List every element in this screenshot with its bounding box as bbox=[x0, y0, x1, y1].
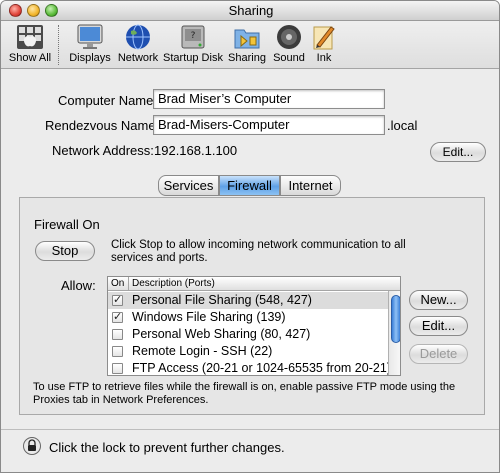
row-label: Personal Web Sharing (80, 427) bbox=[132, 327, 311, 341]
row-label: FTP Access (20-21 or 1024-65535 from 20-… bbox=[132, 361, 391, 375]
scrollbar-thumb[interactable] bbox=[391, 295, 400, 343]
tab-services[interactable]: Services bbox=[158, 175, 219, 196]
toolbar-network[interactable]: Network bbox=[115, 23, 161, 64]
zoom-window-button[interactable] bbox=[45, 4, 58, 17]
column-header-description[interactable]: Description (Ports) bbox=[130, 277, 215, 290]
toolbar-startup-disk[interactable]: ? Startup Disk bbox=[163, 23, 223, 64]
column-header-on[interactable]: On bbox=[108, 277, 129, 290]
table-row[interactable]: ✓ Windows File Sharing (139) bbox=[108, 309, 388, 326]
row-label: Windows File Sharing (139) bbox=[132, 310, 286, 324]
table-row[interactable]: Personal Web Sharing (80, 427) bbox=[108, 326, 388, 343]
table-row[interactable]: ✓ Personal File Sharing (548, 427) bbox=[108, 292, 388, 309]
globe-icon bbox=[126, 24, 150, 50]
firewall-services-table: On Description (Ports) ✓ Personal File S… bbox=[107, 276, 401, 376]
row-checkbox[interactable]: ✓ bbox=[112, 295, 123, 306]
toolbar-separator bbox=[58, 25, 59, 65]
toolbar-displays[interactable]: Displays bbox=[65, 23, 115, 64]
rendezvous-suffix: .local bbox=[387, 118, 418, 133]
new-service-button[interactable]: New... bbox=[409, 290, 468, 310]
table-row[interactable]: Remote Login - SSH (22) bbox=[108, 343, 388, 360]
toolbar-label: Sound bbox=[273, 52, 305, 64]
apple-logo-icon bbox=[17, 25, 43, 49]
network-address-value: 192.168.1.100 bbox=[154, 143, 238, 158]
table-scrollbar[interactable] bbox=[388, 291, 400, 375]
toolbar-label: Sharing bbox=[228, 52, 266, 64]
row-label: Personal File Sharing (548, 427) bbox=[132, 293, 312, 307]
computer-name-field[interactable]: Brad Miser’s Computer bbox=[153, 89, 385, 109]
rendezvous-name-field[interactable]: Brad-Misers-Computer bbox=[153, 115, 385, 135]
toolbar-ink[interactable]: Ink bbox=[309, 23, 339, 64]
toolbar-label: Startup Disk bbox=[163, 52, 223, 64]
network-address-label: Network Address: bbox=[52, 143, 154, 158]
toolbar-label: Network bbox=[117, 52, 159, 64]
svg-text:?: ? bbox=[191, 31, 196, 41]
table-header: On Description (Ports) bbox=[108, 277, 400, 291]
window-title: Sharing bbox=[228, 3, 274, 18]
row-checkbox[interactable]: ✓ bbox=[112, 312, 123, 323]
toolbar-label: Ink bbox=[316, 52, 332, 64]
toolbar-show-all[interactable]: Show All bbox=[7, 23, 53, 64]
sharing-folder-icon bbox=[234, 29, 260, 49]
stop-firewall-button[interactable]: Stop bbox=[35, 241, 95, 261]
minimize-window-button[interactable] bbox=[27, 4, 40, 17]
edit-service-button[interactable]: Edit... bbox=[409, 316, 468, 336]
footer-divider bbox=[1, 429, 499, 430]
row-checkbox[interactable] bbox=[112, 346, 123, 357]
speaker-icon bbox=[277, 25, 301, 49]
tab-internet[interactable]: Internet bbox=[280, 175, 341, 196]
sharing-window: Sharing Show All Displays Network ? Star… bbox=[0, 0, 500, 473]
computer-name-label: Computer Name: bbox=[58, 93, 157, 108]
display-icon bbox=[77, 24, 103, 49]
close-window-button[interactable] bbox=[9, 4, 22, 17]
table-row[interactable]: FTP Access (20-21 or 1024-65535 from 20-… bbox=[108, 360, 391, 375]
delete-service-button[interactable]: Delete bbox=[409, 344, 468, 364]
toolbar-label: Displays bbox=[69, 52, 111, 64]
lock-text: Click the lock to prevent further change… bbox=[49, 440, 285, 455]
toolbar-sound[interactable]: Sound bbox=[271, 23, 307, 64]
lock-icon[interactable] bbox=[23, 437, 41, 455]
row-checkbox[interactable] bbox=[112, 363, 123, 374]
rendezvous-name-label: Rendezvous Name: bbox=[45, 118, 160, 133]
row-checkbox[interactable] bbox=[112, 329, 123, 340]
title-bar: Sharing bbox=[1, 1, 499, 21]
allow-label: Allow: bbox=[61, 278, 96, 293]
stop-description: Click Stop to allow incoming network com… bbox=[111, 239, 406, 264]
toolbar-label: Show All bbox=[8, 52, 52, 64]
edit-network-address-button[interactable]: Edit... bbox=[430, 142, 486, 162]
tab-firewall[interactable]: Firewall bbox=[219, 175, 280, 196]
preferences-toolbar: Show All Displays Network ? Startup Disk… bbox=[1, 21, 499, 69]
row-label: Remote Login - SSH (22) bbox=[132, 344, 273, 358]
toolbar-sharing[interactable]: Sharing bbox=[225, 23, 269, 64]
ftp-note: To use FTP to retrieve files while the f… bbox=[33, 381, 456, 406]
firewall-status: Firewall On bbox=[34, 217, 100, 232]
ink-pen-icon bbox=[313, 26, 335, 50]
hard-disk-icon: ? bbox=[181, 25, 205, 49]
